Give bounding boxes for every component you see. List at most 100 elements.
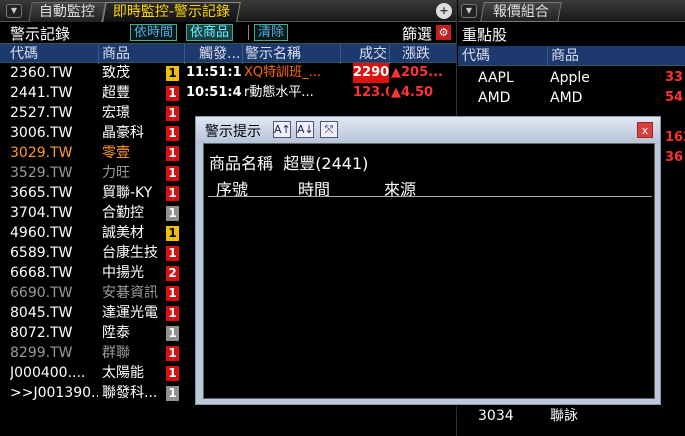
alert-toolbar: 警示記錄 依時間 依商品 清除 篩選 ⚙ xyxy=(0,22,456,44)
alert-count-badge: 1 xyxy=(166,346,179,361)
font-increase-icon[interactable]: A↑ xyxy=(273,121,291,138)
settings-gear-icon[interactable]: ⚙ xyxy=(436,25,451,40)
stock-name: 台康生技 xyxy=(102,245,158,261)
clear-button[interactable]: 清除 xyxy=(254,24,289,41)
stock-code: AMD xyxy=(478,90,511,106)
sort-by-time-button[interactable]: 依時間 xyxy=(130,24,178,41)
product-line: 商品名稱 超豐(2441) xyxy=(209,150,368,174)
alert-count-badge: 1 xyxy=(166,86,179,101)
last-price xyxy=(665,108,685,128)
right-tab-bar: ▼ 報價組合 xyxy=(458,0,685,22)
toolbar-divider xyxy=(248,25,249,40)
table-row[interactable]: AAPL Apple 33 xyxy=(458,68,685,88)
alert-count-badge: 1 xyxy=(166,326,179,341)
alert-table-header: 代碼 商品 觸發... 警示名稱 成交 漲跌 xyxy=(0,43,456,64)
stock-name: 晶豪科 xyxy=(102,125,144,141)
tab-alert-log[interactable]: 即時監控-警示記錄 xyxy=(102,2,241,22)
last-price: 123.0 xyxy=(353,85,389,100)
alert-popup-dialog: 警示提示 A↑ A↓ ⤧ x 商品名稱 超豐(2441) 序號 時間 來源 xyxy=(195,116,661,405)
close-icon[interactable]: x xyxy=(637,122,653,138)
alert-name: XQ特訓班_... xyxy=(244,65,322,80)
last-price: 33 xyxy=(665,70,684,85)
stock-name: 宏璟 xyxy=(102,105,130,121)
tab-quote-combo[interactable]: 報價組合 xyxy=(480,2,562,22)
sort-by-product-button[interactable]: 依商品 xyxy=(186,24,234,41)
trigger-time: 10:51:41 xyxy=(186,85,242,100)
col-header-trigger-time[interactable]: 觸發... xyxy=(185,44,243,64)
alert-count-badge: 1 xyxy=(166,286,179,301)
alert-count-badge: 1 xyxy=(166,166,179,181)
stock-code: 3006.TW xyxy=(10,125,73,141)
dialog-title: 警示提示 xyxy=(205,124,261,140)
col-header-code[interactable]: 代碼 xyxy=(458,46,548,66)
col-header-product[interactable]: 商品 xyxy=(99,44,185,64)
alert-count-badge: 1 xyxy=(166,366,179,381)
alert-count-badge: 1 xyxy=(166,126,179,141)
stock-name: 群聯 xyxy=(102,345,130,361)
alert-count-badge: 1 xyxy=(166,226,179,241)
dialog-title-bar[interactable]: 警示提示 A↑ A↓ ⤧ x xyxy=(196,117,660,143)
panel-title: 警示記錄 xyxy=(10,25,71,43)
tab-label: 即時監控-警示記錄 xyxy=(112,4,230,20)
price-change: ▲205... xyxy=(391,65,443,80)
stock-code: 3665.TW xyxy=(10,185,73,201)
last-price: 36 xyxy=(665,150,684,165)
alert-count-badge: 1 xyxy=(166,106,179,121)
stock-name: 誠美材 xyxy=(102,225,144,241)
stock-name: 陞泰 xyxy=(102,325,130,341)
right-panel-menu-dropdown-icon[interactable]: ▼ xyxy=(461,4,477,18)
stock-name: 力旺 xyxy=(102,165,130,181)
stock-code: 2527.TW xyxy=(10,105,73,121)
trigger-time: 11:51:10 xyxy=(186,65,242,80)
filter-label[interactable]: 篩選 xyxy=(402,23,432,44)
table-row[interactable]: 2441.TW 超豐 1 10:51:41r動態水平... 123.0▲4.50 xyxy=(0,83,456,103)
quote-table-bottom: 3034 聯詠 xyxy=(458,406,685,426)
table-row[interactable]: 2360.TW 致茂 1 11:51:10XQ特訓班_... 2290▲205... xyxy=(0,63,456,83)
alert-count-badge: 1 xyxy=(166,146,179,161)
last-price: 2290 xyxy=(353,63,389,83)
stock-code: 6690.TW xyxy=(10,285,73,301)
stock-code: 6589.TW xyxy=(10,245,73,261)
last-price: 54 xyxy=(665,90,684,105)
stock-name: 貿聯-KY xyxy=(102,185,153,201)
stock-name: Apple xyxy=(550,70,590,86)
stock-code: 8299.TW xyxy=(10,345,73,361)
stock-name: AMD xyxy=(550,90,583,106)
stock-name: 零壹 xyxy=(102,145,130,161)
stock-name: 致茂 xyxy=(102,65,130,81)
stock-code: AAPL xyxy=(478,70,514,86)
alert-count-badge: 1 xyxy=(166,186,179,201)
stock-name: 聯發科... xyxy=(102,385,158,401)
fit-window-icon[interactable]: ⤧ xyxy=(320,121,338,138)
col-header-change[interactable]: 漲跌 xyxy=(390,44,456,64)
price-change: ▲4.50 xyxy=(391,85,434,100)
col-header-product[interactable]: 商品 xyxy=(548,46,685,66)
alert-count-badge: 1 xyxy=(166,246,179,261)
alert-count-badge: 2 xyxy=(166,266,179,281)
stock-name: 中揚光 xyxy=(102,265,144,281)
product-label: 商品名稱 xyxy=(209,154,274,173)
stock-code: 3529.TW xyxy=(10,165,73,181)
stock-name: 合勤控 xyxy=(102,205,144,221)
stock-code: 4960.TW xyxy=(10,225,73,241)
stock-name: 太陽能 xyxy=(102,365,144,381)
tab-label: 自動監控 xyxy=(38,4,95,20)
table-row[interactable]: AMD AMD 54 xyxy=(458,88,685,108)
alert-count-badge: 1 xyxy=(166,206,179,221)
stock-code: 2360.TW xyxy=(10,65,73,81)
col-header-code[interactable]: 代碼 xyxy=(0,44,99,64)
stock-code: J000400.... xyxy=(10,365,86,381)
zoom-icon[interactable]: + xyxy=(436,3,452,19)
stock-name: 超豐 xyxy=(102,85,130,101)
panel-menu-dropdown-icon[interactable]: ▼ xyxy=(6,4,22,18)
stock-code: 3034 xyxy=(478,408,514,424)
table-row[interactable]: 3034 聯詠 xyxy=(458,406,685,426)
stock-name: 達運光電 xyxy=(102,305,158,321)
product-value: 超豐(2441) xyxy=(283,154,369,173)
tab-auto-monitor[interactable]: 自動監控 xyxy=(28,2,106,22)
col-header-alert-name[interactable]: 警示名稱 xyxy=(243,44,341,64)
col-header-price[interactable]: 成交 xyxy=(341,44,390,64)
font-decrease-icon[interactable]: A↓ xyxy=(296,121,314,138)
stock-code: 6668.TW xyxy=(10,265,73,281)
dialog-content: 商品名稱 超豐(2441) 序號 時間 來源 xyxy=(203,143,655,399)
